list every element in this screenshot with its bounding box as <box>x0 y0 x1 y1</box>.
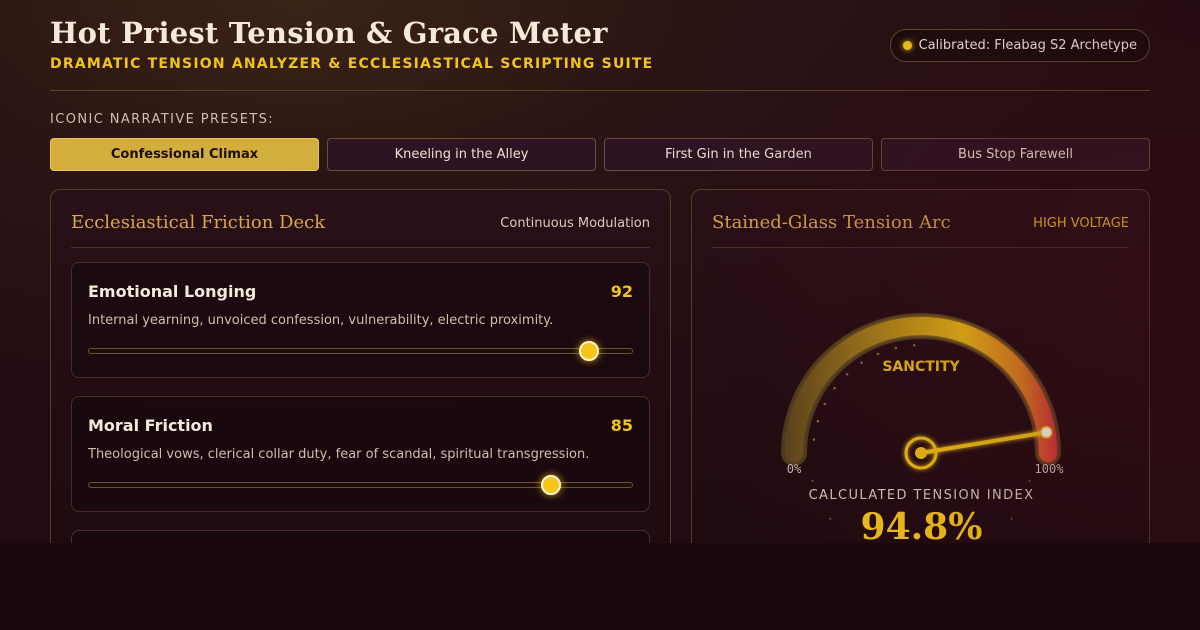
gauge-label: SANCTITY <box>882 359 960 375</box>
preset-first-gin-in-the-garden[interactable]: First Gin in the Garden <box>604 138 873 171</box>
gauge-needle <box>919 430 1049 455</box>
tension-arc-title: Stained-Glass Tension Arc <box>712 212 951 233</box>
voltage-status-badge: HIGH VOLTAGE <box>1033 216 1129 231</box>
calibration-badge-label: Calibrated: Fleabag S2 Archetype <box>918 38 1137 53</box>
emotional-longing-slider[interactable] <box>88 341 633 361</box>
gauge-decor-dot <box>811 479 814 482</box>
slider-card-emotional-longing: Emotional Longing 92 Internal yearning, … <box>71 262 650 378</box>
gauge-decor-dot <box>876 352 880 356</box>
preset-kneeling-in-the-alley[interactable]: Kneeling in the Alley <box>327 138 596 171</box>
preset-confessional-climax[interactable]: Confessional Climax <box>50 138 319 171</box>
slider-description: Internal yearning, unvoiced confession, … <box>88 313 554 328</box>
friction-deck-mode: Continuous Modulation <box>500 216 650 231</box>
gauge-decor-dot <box>894 346 898 350</box>
friction-deck-header: Ecclesiastical Friction Deck Continuous … <box>71 190 650 248</box>
gauge-hub <box>915 447 927 459</box>
gauge-decor-dot <box>812 438 816 441</box>
slider-name: Moral Friction <box>88 416 213 435</box>
page-subtitle: DRAMATIC TENSION ANALYZER & ECCLESIASTIC… <box>50 56 654 72</box>
app-header: Hot Priest Tension & Grace Meter DRAMATI… <box>50 14 1150 91</box>
gauge-min-label: 0% <box>787 462 802 476</box>
tension-arc-panel: Stained-Glass Tension Arc HIGH VOLTAGE S… <box>691 189 1150 543</box>
calibration-badge: Calibrated: Fleabag S2 Archetype <box>889 29 1150 62</box>
status-dot-icon <box>902 41 912 50</box>
slider-card-partial <box>71 530 650 543</box>
moral-friction-slider[interactable] <box>88 475 633 495</box>
page-title: Hot Priest Tension & Grace Meter <box>50 16 608 50</box>
tension-arc-header: Stained-Glass Tension Arc HIGH VOLTAGE <box>712 190 1129 248</box>
tension-index-value: 94.8% <box>860 506 983 543</box>
slider-card-moral-friction: Moral Friction 85 Theological vows, cler… <box>71 396 650 512</box>
app-viewport: Hot Priest Tension & Grace Meter DRAMATI… <box>0 0 1200 543</box>
friction-deck-title: Ecclesiastical Friction Deck <box>71 212 326 233</box>
slider-thumb[interactable] <box>578 341 599 361</box>
bottom-blank-area <box>0 543 1200 630</box>
friction-deck-panel: Ecclesiastical Friction Deck Continuous … <box>50 189 671 543</box>
gauge-decor-dot <box>860 361 863 364</box>
gauge-decor-dot <box>912 343 916 347</box>
slider-value: 85 <box>610 416 633 435</box>
preset-bus-stop-farewell[interactable]: Bus Stop Farewell <box>881 138 1150 171</box>
gauge-decor-dot <box>833 386 836 390</box>
gauge-track <box>781 313 1061 466</box>
tension-index-caption: CALCULATED TENSION INDEX <box>808 488 1035 503</box>
slider-thumb[interactable] <box>540 475 561 495</box>
slider-name: Emotional Longing <box>88 282 257 301</box>
gauge-max-label: 100% <box>1035 462 1065 476</box>
slider-value: 92 <box>610 282 633 301</box>
presets-label: ICONIC NARRATIVE PRESETS: <box>50 112 275 127</box>
gauge-decor-dot <box>816 419 820 423</box>
gauge-decor-dot <box>1028 479 1031 482</box>
gauge-needle-tip <box>1040 426 1053 439</box>
gauge-decor-dot <box>823 402 827 406</box>
gauge-decor-dot <box>845 373 849 376</box>
slider-description: Theological vows, clerical collar duty, … <box>88 447 590 462</box>
preset-bar: Confessional Climax Kneeling in the Alle… <box>50 138 1150 171</box>
